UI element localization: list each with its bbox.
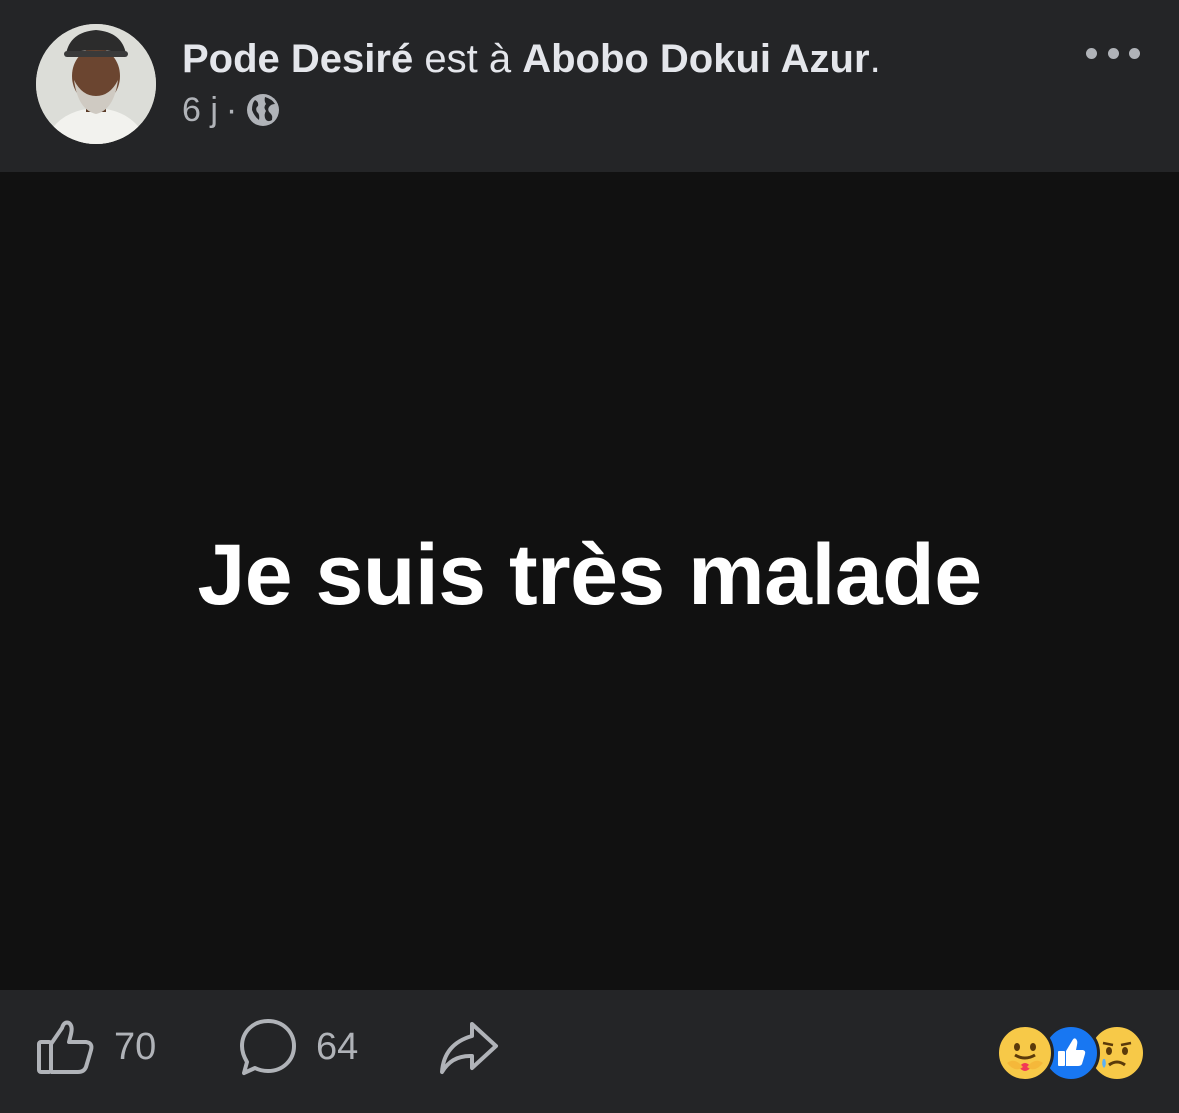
location-suffix: .: [869, 37, 881, 81]
more-options-icon[interactable]: [1086, 38, 1140, 68]
like-button[interactable]: 70: [36, 1016, 156, 1078]
reactions-summary[interactable]: [996, 1024, 1148, 1082]
author-name[interactable]: Pode Desiré: [182, 37, 413, 81]
post-footer: 70 64: [0, 990, 1179, 1113]
comment-bubble-icon: [238, 1017, 298, 1077]
thumbs-up-icon: [36, 1018, 96, 1076]
post-body: Je suis très malade: [0, 172, 1179, 990]
globe-icon: [245, 92, 281, 128]
care-reaction-icon: [996, 1024, 1054, 1082]
post-meta: 6 j ·: [182, 90, 281, 130]
comment-button[interactable]: 64: [238, 1016, 358, 1078]
post-title-line: Pode Desiré est à Abobo Dokui Azur.: [182, 32, 881, 86]
comment-count: 64: [316, 1025, 359, 1068]
like-count: 70: [114, 1025, 157, 1068]
share-arrow-icon: [438, 1018, 500, 1076]
post-header: Pode Desiré est à Abobo Dokui Azur. 6 j …: [0, 0, 1179, 172]
meta-separator: ·: [225, 90, 238, 129]
post-timestamp[interactable]: 6 j: [182, 91, 218, 130]
location-connector: est à: [424, 37, 512, 81]
share-button[interactable]: [438, 1016, 500, 1078]
post-text: Je suis très malade: [197, 526, 982, 623]
avatar[interactable]: [36, 24, 156, 144]
location-name[interactable]: Abobo Dokui Azur: [522, 37, 869, 81]
